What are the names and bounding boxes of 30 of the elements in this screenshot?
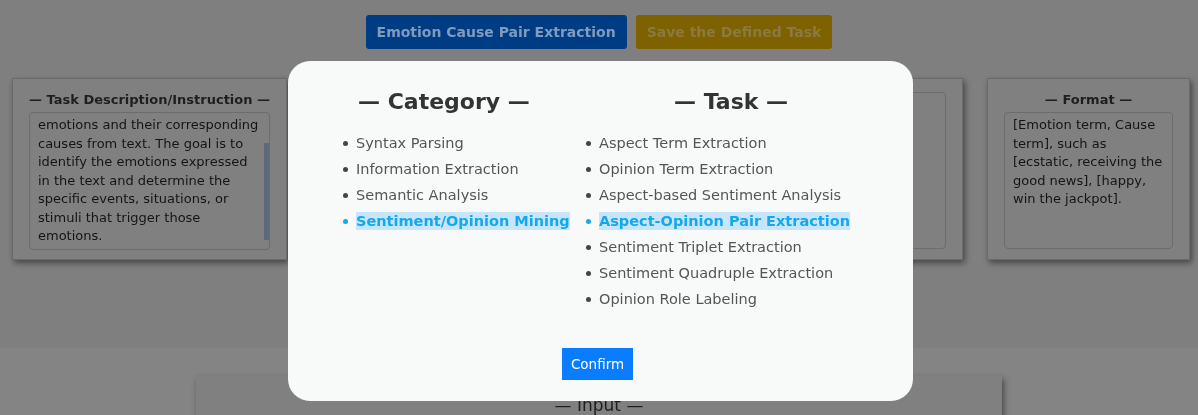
list-item[interactable]: Aspect Term Extraction [599,134,767,152]
scrollbar-thumb[interactable] [264,143,269,240]
bullet-icon [343,192,348,198]
list-item[interactable]: Information Extraction [356,160,519,178]
bullet-icon [586,296,591,302]
list-item[interactable]: Syntax Parsing [356,134,464,152]
confirm-button[interactable]: Confirm [562,348,633,380]
list-item[interactable]: Sentiment Quadruple Extraction [599,264,834,282]
category-heading: — Category — [357,89,531,114]
bullet-icon [586,218,591,224]
header-button[interactable]: Emotion Cause Pair Extraction [365,15,627,49]
list-item[interactable]: Aspect-based Sentiment Analysis [599,186,842,204]
list-item[interactable]: Semantic Analysis [356,186,489,204]
text-area[interactable]: emotions and their corresponding causes from text. The goal is to identify the emotions expressed in the text and determine the specific events, situations, or stimuli that trigger those emotions. [29,112,270,250]
bullet-icon [586,140,591,146]
bullet-icon [343,218,348,224]
bullet-icon [343,166,348,172]
input-title: — Input — [554,395,644,415]
bullet-icon [586,270,591,276]
list-item[interactable]: Sentiment Triplet Extraction [599,238,802,256]
text-area[interactable]: [Emotion term, Cause term], such as [ecstatic, receiving the good news], [happy, win the jackpot]. [1004,112,1173,249]
task-heading: — Task — [673,89,790,114]
bullet-icon [586,244,591,250]
bullet-icon [586,192,591,198]
list-item[interactable]: Opinion Term Extraction [599,160,774,178]
list-item[interactable]: Opinion Role Labeling [599,290,757,308]
bullet-icon [586,166,591,172]
bullet-icon [343,140,348,146]
panel-title: — Task Description/Instruction — [29,92,270,107]
panel-title: — Format — [1044,92,1133,107]
